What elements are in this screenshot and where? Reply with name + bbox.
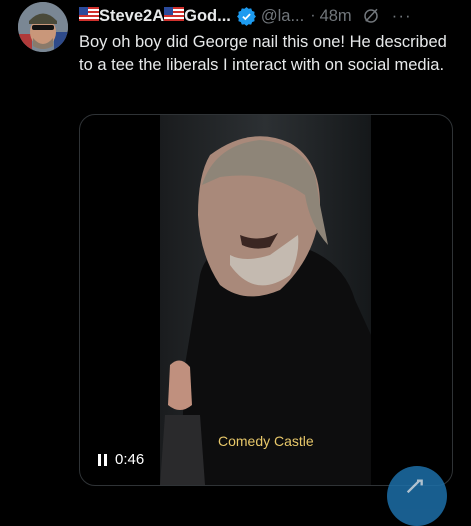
compose-post-button[interactable] [387, 466, 447, 526]
pause-icon[interactable] [98, 453, 107, 466]
verified-badge-icon [236, 6, 256, 26]
us-flag-icon [164, 6, 185, 26]
handle[interactable]: @la... [261, 7, 304, 26]
tweet-text: Boy oh boy did George nail this one! He … [79, 33, 447, 74]
display-name-part-2[interactable]: God... [184, 7, 231, 26]
video-duration: 0:46 [98, 451, 144, 468]
video-player[interactable]: Comedy Castle 0:46 [79, 114, 453, 486]
duration-label: 0:46 [115, 451, 145, 468]
compose-post-icon [403, 476, 431, 509]
more-icon[interactable]: ··· [392, 6, 412, 26]
video-frame [160, 115, 371, 485]
tweet-header: Steve2A God... @la... · 48m ··· [79, 4, 461, 28]
separator-dot: · [310, 7, 316, 24]
grok-icon[interactable] [362, 7, 380, 25]
us-flag-icon [79, 6, 99, 26]
timestamp[interactable]: 48m [320, 7, 352, 26]
avatar[interactable] [18, 2, 68, 52]
display-name-part-1[interactable]: Steve2A [99, 7, 164, 26]
video-caption: Comedy Castle [218, 433, 314, 449]
avatar-image [18, 2, 68, 52]
